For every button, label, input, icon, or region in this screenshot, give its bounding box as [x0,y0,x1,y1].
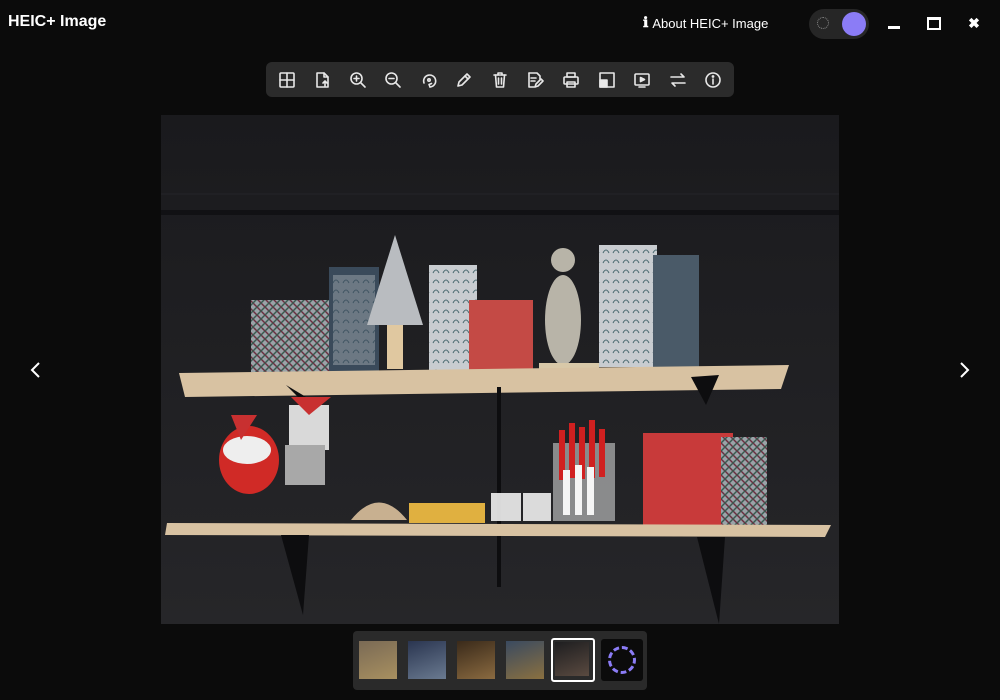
rotate-icon [422,73,437,88]
toggle-knob [842,12,866,36]
maximize-button[interactable] [923,12,945,34]
minimize-icon [888,25,900,29]
delete-button[interactable] [482,65,518,95]
shelves-photo [161,115,839,624]
convert-swap-icon [669,72,686,87]
slideshow-button[interactable] [624,65,660,95]
grid-view-icon [278,71,295,88]
thumbnail[interactable] [455,639,497,681]
rename-icon [528,71,545,88]
info-small-icon: ℹ [643,15,649,31]
edit-pencil-icon [457,72,472,87]
close-icon: ✖ [968,14,980,31]
sun-icon [817,17,829,29]
thumbnail-active[interactable] [551,638,595,682]
set-wallpaper-button[interactable] [589,65,625,95]
export-file-icon [316,71,330,88]
zoom-out-button[interactable] [376,65,412,95]
thumbnail-loading [601,639,643,681]
close-button[interactable]: ✖ [963,12,985,34]
grid-view-button[interactable] [269,65,305,95]
about-label: About HEIC+ Image [652,15,769,31]
slideshow-icon [634,72,650,88]
zoom-out-icon [385,71,402,88]
export-button[interactable] [305,65,341,95]
thumbnail[interactable] [406,639,448,681]
minimize-button[interactable] [883,12,905,34]
title-bar: HEIC+ Image ℹ About HEIC+ Image ✖ [0,0,1000,46]
print-button[interactable] [553,65,589,95]
rotate-button[interactable] [411,65,447,95]
chevron-left-icon [30,362,40,378]
set-wallpaper-icon [598,71,615,88]
next-image-button[interactable] [952,358,976,382]
theme-toggle[interactable] [809,9,869,39]
convert-button[interactable] [660,65,696,95]
delete-trash-icon [493,71,507,88]
about-link[interactable]: ℹ About HEIC+ Image [643,15,768,31]
main-image [161,115,839,624]
print-icon [563,71,579,88]
app-title: HEIC+ Image [8,13,107,30]
rename-button[interactable] [518,65,554,95]
previous-image-button[interactable] [24,358,48,382]
maximize-icon [927,16,941,30]
toolbar [266,62,734,97]
thumbnail[interactable] [357,639,399,681]
info-button[interactable] [695,65,731,95]
zoom-in-button[interactable] [340,65,376,95]
chevron-right-icon [960,362,970,378]
loading-spinner-icon [608,646,636,674]
thumbnail[interactable] [504,639,546,681]
thumbnail-strip [353,631,647,690]
info-icon [705,71,721,88]
edit-button[interactable] [447,65,483,95]
zoom-in-icon [350,71,366,88]
